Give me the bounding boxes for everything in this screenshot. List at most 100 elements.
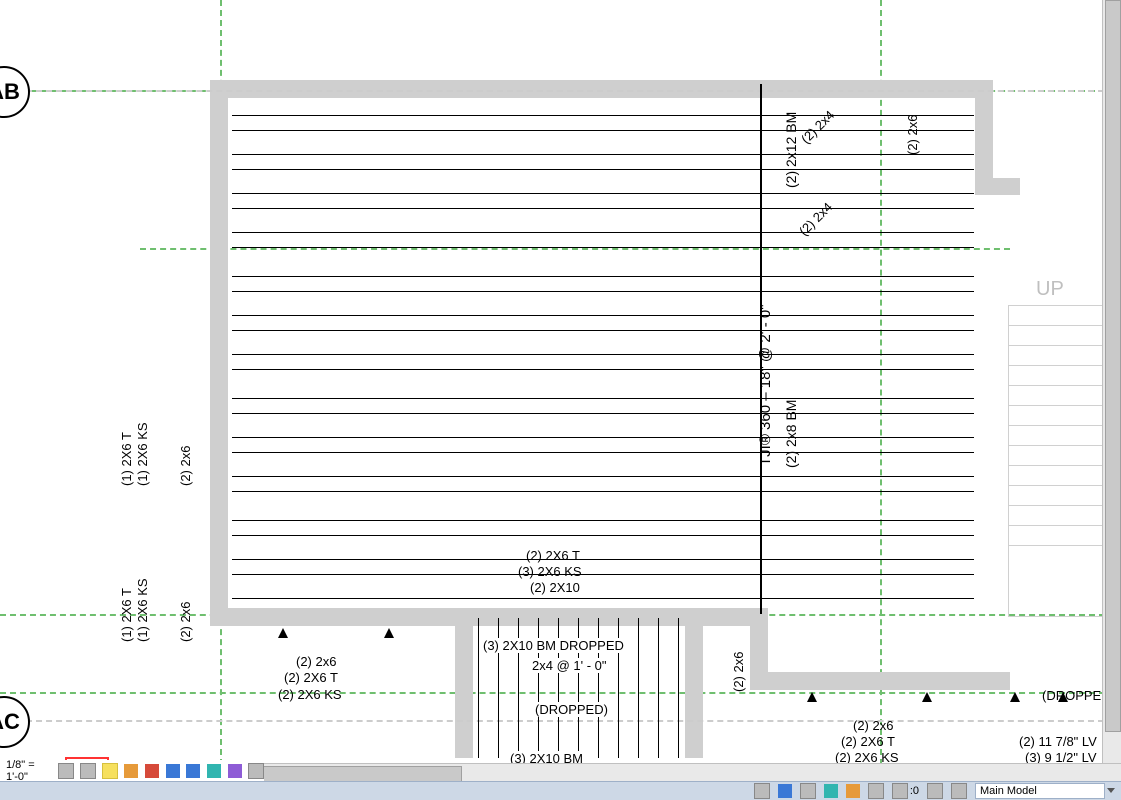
grid-dashed-v — [880, 0, 882, 775]
grid-bubble-ac[interactable]: AC — [0, 696, 30, 748]
view-scale[interactable]: 1/8" = 1'-0" — [4, 759, 52, 783]
joist — [232, 369, 974, 370]
stair-tread — [1008, 525, 1104, 526]
wall — [450, 608, 710, 626]
tag-label: (3) 2X6 KS — [518, 564, 582, 579]
tag-label: (2) 2x6 — [853, 718, 893, 733]
joist — [232, 193, 974, 194]
editable-only-icon[interactable] — [750, 782, 774, 800]
stair-outline — [1008, 305, 1106, 617]
stair-tread — [1008, 345, 1104, 346]
design-option-dropdown[interactable]: Main Model — [971, 782, 1121, 800]
tag-label: (2) 2x6 — [178, 602, 193, 642]
grid-bubble-label: AC — [0, 709, 20, 735]
status-bar: :0 Main Model — [0, 781, 1121, 800]
wall — [685, 608, 703, 758]
stair-tread — [1008, 545, 1104, 546]
joist — [232, 413, 974, 414]
arrow-icon — [1010, 692, 1020, 702]
design-options-button[interactable] — [947, 782, 971, 800]
bay-label: (DROPPED) — [535, 702, 608, 717]
bay-joist — [638, 618, 639, 758]
tag-label: (2) 2x6 — [731, 652, 746, 692]
grid-bubble-ab[interactable]: AB — [0, 66, 30, 118]
tag-label: (2) 2X6 T — [841, 734, 895, 749]
filter-button[interactable]: :0 — [888, 782, 923, 800]
tag-label: (1) 2X6 KS — [135, 578, 150, 642]
reveal-hidden-icon[interactable] — [248, 762, 264, 780]
select-pinned-icon[interactable] — [820, 782, 842, 800]
joist — [232, 115, 974, 116]
shadows-icon[interactable] — [124, 762, 139, 780]
scrollbar-thumb[interactable] — [260, 766, 462, 782]
joist — [232, 354, 974, 355]
filter-count: :0 — [910, 785, 919, 797]
vertical-scrollbar[interactable] — [1102, 0, 1121, 764]
crop-view-icon[interactable] — [165, 762, 180, 780]
drag-elements-icon[interactable] — [864, 782, 888, 800]
tag-label: (2) 2x6 — [178, 446, 193, 486]
tag-label: (2) 11 7/8" LV — [1019, 734, 1097, 749]
joist — [232, 247, 974, 248]
wall — [750, 672, 1010, 690]
tag-label: (2) 2X10 — [530, 580, 580, 595]
joist — [232, 476, 974, 477]
workset-button[interactable] — [923, 782, 947, 800]
grid-line-ac — [26, 720, 1104, 722]
sun-path-icon[interactable] — [102, 762, 118, 780]
tag-label: (2) 2X6 T — [526, 548, 580, 563]
crop-region-visible-icon[interactable] — [186, 762, 201, 780]
stair-up-label: UP — [1036, 278, 1064, 301]
joist — [232, 315, 974, 316]
arrow-icon — [922, 692, 932, 702]
joist — [232, 535, 974, 536]
stair-tread — [1008, 425, 1104, 426]
joist — [232, 559, 974, 560]
wall — [210, 80, 990, 98]
bay-label: (3) 2X10 BM DROPPED — [483, 638, 624, 653]
joist — [232, 154, 974, 155]
plate-label: (2) 2x4 — [798, 107, 837, 146]
wall — [210, 608, 460, 626]
tag-label: (1) 2X6 T — [119, 432, 134, 486]
scrollbar-thumb[interactable] — [1105, 0, 1121, 732]
graphic-display-options-icon[interactable] — [58, 762, 74, 780]
reveal-constraints-icon[interactable] — [227, 762, 242, 780]
stair-tread — [1008, 365, 1104, 366]
stair-tread — [1008, 405, 1104, 406]
tag-label: (2) 2X6 KS — [278, 687, 342, 702]
arrow-icon — [807, 692, 817, 702]
joist — [232, 452, 974, 453]
select-links-icon[interactable] — [774, 782, 796, 800]
joist — [232, 598, 974, 599]
arrow-icon — [384, 628, 394, 638]
plate-label: (2) 2x6 — [905, 115, 920, 155]
joist — [232, 398, 974, 399]
bay-joist — [678, 618, 679, 758]
stair-tread — [1008, 485, 1104, 486]
select-by-face-icon[interactable] — [842, 782, 864, 800]
thin-lines-icon[interactable] — [80, 762, 96, 780]
temp-hide-icon[interactable] — [207, 762, 222, 780]
grid-bubble-label: AB — [0, 79, 20, 105]
tag-label: (1) 2X6 T — [119, 588, 134, 642]
wall — [750, 608, 768, 688]
bay-joist — [478, 618, 479, 758]
filter-icon — [892, 783, 908, 799]
joist — [232, 208, 974, 209]
view-control-bar: 1/8" = 1'-0" — [0, 760, 264, 782]
joist — [232, 491, 974, 492]
rendering-icon[interactable] — [145, 762, 160, 780]
joist — [232, 437, 974, 438]
stair-tread — [1008, 445, 1104, 446]
joist — [232, 276, 974, 277]
joist — [232, 291, 974, 292]
arrow-icon — [278, 628, 288, 638]
select-underlay-icon[interactable] — [796, 782, 820, 800]
joist — [232, 574, 974, 575]
wall — [975, 178, 1020, 195]
bay-label: 2x4 @ 1' - 0" — [532, 658, 607, 673]
joist — [232, 232, 974, 233]
grid-line-ab — [26, 90, 1104, 92]
drawing-canvas[interactable]: AB AC TJI® 360 – 18" @ 2' - 0" (2) 2x12 … — [0, 0, 1121, 775]
